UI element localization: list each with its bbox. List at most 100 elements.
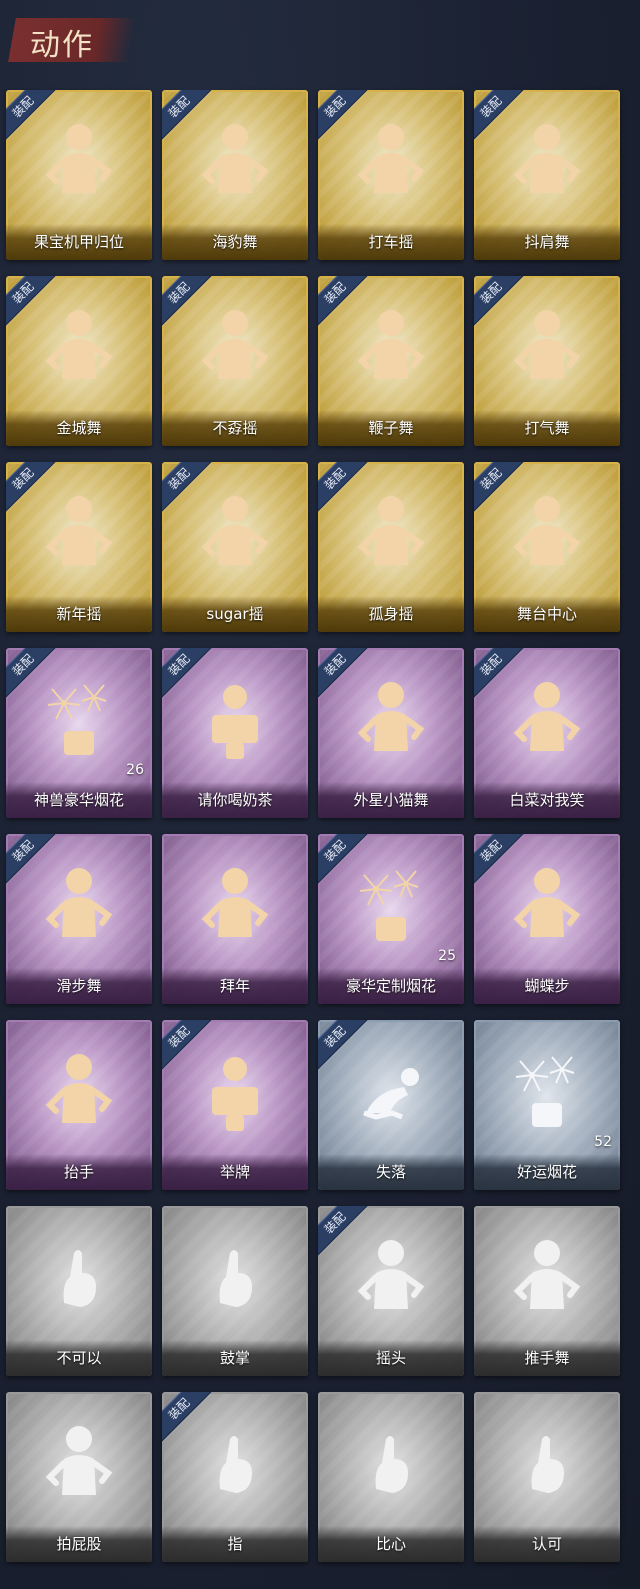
card-label: 豪华定制烟花	[345, 977, 436, 995]
action-card[interactable]: 不孬摇 装配	[162, 276, 308, 446]
card-label: 抖肩舞	[524, 233, 570, 251]
dance-pose-icon	[6, 112, 152, 212]
card-label: 打车摇	[368, 233, 414, 251]
action-card[interactable]: 白菜对我笑 装配	[474, 648, 620, 818]
action-card[interactable]: 打车摇 装配	[318, 90, 464, 260]
action-card[interactable]: 舞台中心 装配	[474, 462, 620, 632]
item-count: 25	[438, 948, 456, 964]
slap-pose-icon	[6, 1414, 152, 1514]
section-title: 动作	[30, 28, 94, 63]
dance-pose-icon	[474, 484, 620, 584]
card-label: 摇头	[375, 1349, 406, 1367]
action-card[interactable]: 鼓掌	[162, 1206, 308, 1376]
firework-icon	[318, 856, 464, 956]
dance-pose-icon	[162, 112, 308, 212]
shake-head-icon	[318, 1228, 464, 1328]
dance-pose-icon	[6, 298, 152, 398]
section-header: 动作	[0, 0, 640, 80]
dance-pose-icon	[318, 112, 464, 212]
card-label: sugar摇	[206, 605, 264, 623]
card-label: 不可以	[56, 1349, 102, 1367]
action-card[interactable]: 比心	[318, 1392, 464, 1562]
heart-hand-icon	[318, 1414, 464, 1514]
dance-pose-icon	[474, 670, 620, 770]
action-card[interactable]: 抬手	[6, 1020, 152, 1190]
action-card[interactable]: 失落 装配	[318, 1020, 464, 1190]
dance-pose-icon	[162, 298, 308, 398]
action-card[interactable]: 滑步舞 装配	[6, 834, 152, 1004]
bow-pose-icon	[162, 856, 308, 956]
hold-sign-icon	[162, 1042, 308, 1142]
thumbs-up-icon	[474, 1414, 620, 1514]
card-label: 推手舞	[524, 1349, 570, 1367]
card-label: 请你喝奶茶	[197, 791, 273, 809]
card-label: 好运烟花	[516, 1163, 577, 1181]
card-label: 金城舞	[56, 419, 102, 437]
card-label: 认可	[531, 1535, 562, 1553]
card-label: 指	[227, 1535, 243, 1553]
item-count: 26	[126, 762, 144, 778]
raise-hand-icon	[6, 1042, 152, 1142]
crawl-pose-icon	[318, 1042, 464, 1142]
card-label: 比心	[375, 1535, 406, 1553]
action-card[interactable]: 鞭子舞 装配	[318, 276, 464, 446]
action-card[interactable]: 推手舞	[474, 1206, 620, 1376]
action-card[interactable]: 果宝机甲归位 装配	[6, 90, 152, 260]
firework-icon	[6, 670, 152, 770]
action-card[interactable]: 请你喝奶茶 装配	[162, 648, 308, 818]
action-card[interactable]: 孤身摇 装配	[318, 462, 464, 632]
action-card[interactable]: 指装配	[162, 1392, 308, 1562]
card-label: 神兽豪华烟花	[33, 791, 124, 809]
action-card[interactable]: 不可以	[6, 1206, 152, 1376]
action-card[interactable]: 蝴蝶步 装配	[474, 834, 620, 1004]
dance-pose-icon	[318, 298, 464, 398]
action-card[interactable]: 拍屁股	[6, 1392, 152, 1562]
action-card[interactable]: 摇头 装配	[318, 1206, 464, 1376]
card-label: 鞭子舞	[368, 419, 414, 437]
dance-pose-icon	[474, 112, 620, 212]
action-card[interactable]: 海豹舞 装配	[162, 90, 308, 260]
dance-pose-icon	[474, 298, 620, 398]
action-card[interactable]: 新年摇 装配	[6, 462, 152, 632]
card-label: 不孬摇	[212, 419, 258, 437]
card-label: 滑步舞	[56, 977, 102, 995]
card-label: 外星小猫舞	[353, 791, 429, 809]
dance-pose-icon	[318, 484, 464, 584]
card-label: 舞台中心	[516, 605, 577, 623]
point-hand-icon	[162, 1414, 308, 1514]
card-label: 鼓掌	[219, 1349, 250, 1367]
finger-wag-icon	[6, 1228, 152, 1328]
dance-pose-icon	[162, 484, 308, 584]
card-label: 抬手	[63, 1163, 94, 1181]
firework-icon	[474, 1042, 620, 1142]
action-card[interactable]: 抖肩舞 装配	[474, 90, 620, 260]
item-count: 52	[594, 1134, 612, 1150]
action-card[interactable]: 外星小猫舞 装配	[318, 648, 464, 818]
action-card[interactable]: 好运烟花 52	[474, 1020, 620, 1190]
card-label: 果宝机甲归位	[33, 233, 124, 251]
card-label: 白菜对我笑	[509, 791, 585, 809]
card-label: 蝴蝶步	[524, 977, 570, 995]
dance-pose-icon	[6, 484, 152, 584]
action-card[interactable]: 拜年	[162, 834, 308, 1004]
dance-pose-icon	[6, 856, 152, 956]
action-card[interactable]: 金城舞 装配	[6, 276, 152, 446]
card-label: 打气舞	[524, 419, 570, 437]
milk-tea-sign-icon	[162, 670, 308, 770]
card-label: 拜年	[219, 977, 250, 995]
action-card[interactable]: 认可	[474, 1392, 620, 1562]
action-card[interactable]: 打气舞 装配	[474, 276, 620, 446]
push-hand-icon	[474, 1228, 620, 1328]
clap-icon	[162, 1228, 308, 1328]
action-card[interactable]: 举牌 装配	[162, 1020, 308, 1190]
card-label: 举牌	[219, 1163, 250, 1181]
card-label: 拍屁股	[56, 1535, 102, 1553]
card-label: 失落	[375, 1163, 406, 1181]
point-pose-icon	[474, 856, 620, 956]
card-label: 新年摇	[56, 605, 102, 623]
action-card[interactable]: sugar摇 装配	[162, 462, 308, 632]
action-card[interactable]: 神兽豪华烟花 26 装配	[6, 648, 152, 818]
action-card[interactable]: 豪华定制烟花 25 装配	[318, 834, 464, 1004]
dance-pose-icon	[318, 670, 464, 770]
card-label: 孤身摇	[368, 605, 414, 623]
